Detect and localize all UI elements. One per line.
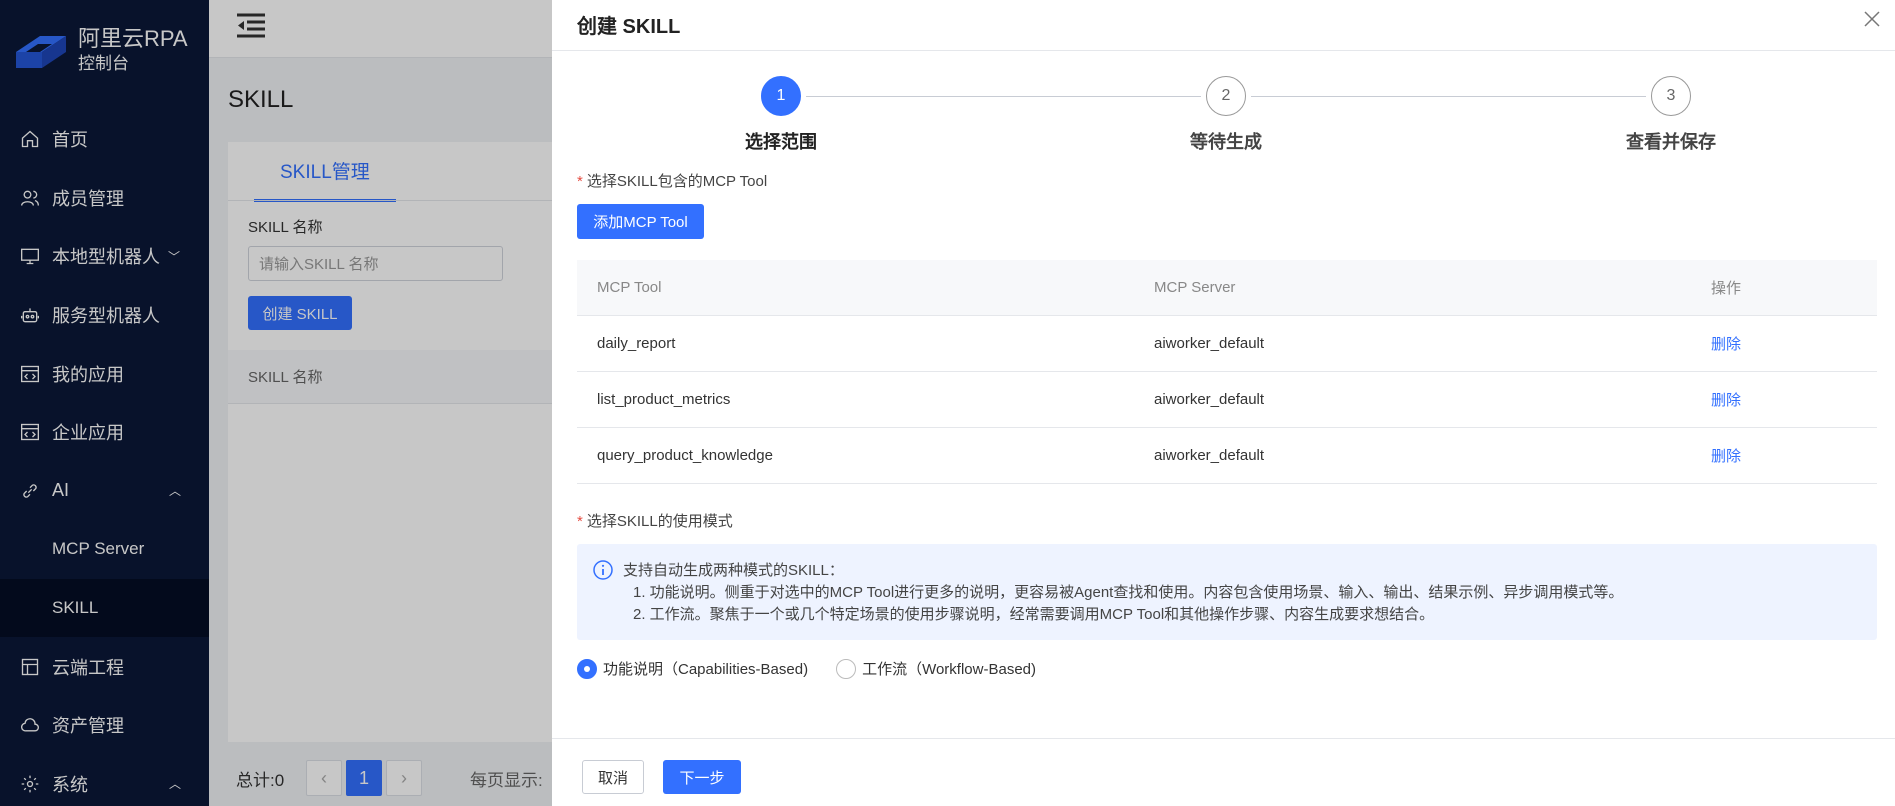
- radio-label: 工作流（Workflow-Based): [862, 661, 1036, 678]
- radio-workflow[interactable]: 工作流（Workflow-Based): [836, 658, 1036, 679]
- step-label: 查看并保存: [1626, 132, 1716, 152]
- cell-tool: query_product_knowledge: [597, 447, 773, 464]
- section-label-text: 选择SKILL的使用模式: [586, 513, 733, 530]
- step-label: 等待生成: [1190, 132, 1262, 152]
- required-marker: *: [577, 173, 583, 190]
- step-select-scope: 1 选择范围: [681, 76, 881, 154]
- column-header-action: 操作: [1711, 280, 1742, 297]
- table-row: query_product_knowledge aiworker_default…: [577, 428, 1877, 484]
- info-text: 支持自动生成两种模式的SKILL： 1. 功能说明。侧重于对选中的MCP Too…: [623, 560, 1623, 626]
- step-review-save: 3 查看并保存: [1571, 76, 1771, 154]
- required-marker: *: [577, 513, 583, 530]
- cell-server: aiworker_default: [1154, 335, 1265, 352]
- column-header-mcp-server: MCP Server: [1154, 279, 1236, 296]
- cell-tool: list_product_metrics: [597, 391, 731, 408]
- mode-radio-group: 功能说明（Capabilities-Based) 工作流（Workflow-Ba…: [577, 658, 1064, 679]
- column-header-mcp-tool: MCP Tool: [597, 279, 662, 296]
- table-header-row: MCP Tool MCP Server 操作: [577, 260, 1877, 316]
- drawer-divider: [552, 50, 1895, 51]
- mcp-tool-section-label: * 选择SKILL包含的MCP Tool: [577, 170, 767, 191]
- info-alert: 支持自动生成两种模式的SKILL： 1. 功能说明。侧重于对选中的MCP Too…: [577, 544, 1877, 640]
- radio-label: 功能说明（Capabilities-Based): [603, 661, 809, 678]
- next-step-button[interactable]: 下一步: [663, 760, 741, 794]
- mode-section-label: * 选择SKILL的使用模式: [577, 510, 733, 531]
- create-skill-drawer: 创建 SKILL 1 选择范围 2 等待生成 3 查看并保存 * 选择SKILL包…: [552, 0, 1895, 806]
- close-icon[interactable]: [1861, 8, 1883, 30]
- step-number: 3: [1651, 76, 1691, 116]
- section-label-text: 选择SKILL包含的MCP Tool: [586, 173, 768, 190]
- cancel-button[interactable]: 取消: [582, 760, 644, 794]
- step-number: 2: [1206, 76, 1246, 116]
- cell-server: aiworker_default: [1154, 447, 1265, 464]
- table-row: list_product_metrics aiworker_default 删除: [577, 372, 1877, 428]
- radio-button[interactable]: [836, 658, 857, 679]
- drawer-title: 创建 SKILL: [577, 16, 681, 38]
- mcp-tool-table: MCP Tool MCP Server 操作 daily_report aiwo…: [577, 260, 1877, 484]
- step-label: 选择范围: [745, 132, 817, 152]
- table-row: daily_report aiworker_default 删除: [577, 316, 1877, 372]
- delete-link[interactable]: 删除: [1691, 389, 1877, 410]
- radio-button-selected[interactable]: [577, 658, 597, 679]
- info-icon: [593, 560, 613, 580]
- info-line: 1. 功能说明。侧重于对选中的MCP Tool进行更多的说明，更容易被Agent…: [633, 584, 1624, 601]
- footer-divider: [552, 738, 1895, 739]
- steps: 1 选择范围 2 等待生成 3 查看并保存: [552, 76, 1895, 156]
- delete-link[interactable]: 删除: [1691, 445, 1877, 466]
- cell-tool: daily_report: [597, 335, 676, 352]
- add-mcp-tool-button[interactable]: 添加MCP Tool: [577, 204, 704, 239]
- step-wait-generate: 2 等待生成: [1126, 76, 1326, 154]
- delete-link[interactable]: 删除: [1691, 333, 1877, 354]
- cell-server: aiworker_default: [1154, 391, 1265, 408]
- info-line: 2. 工作流。聚焦于一个或几个特定场景的使用步骤说明，经常需要调用MCP Too…: [633, 606, 1435, 623]
- info-line: 支持自动生成两种模式的SKILL：: [623, 562, 844, 579]
- step-number: 1: [761, 76, 801, 116]
- radio-capabilities[interactable]: 功能说明（Capabilities-Based): [577, 658, 808, 679]
